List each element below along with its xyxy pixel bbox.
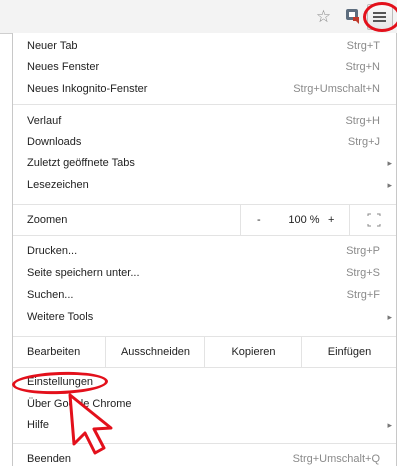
- shortcut-label: Strg+H: [345, 115, 380, 127]
- fullscreen-icon: [367, 213, 381, 227]
- menu-item-label: Weitere Tools: [27, 311, 94, 323]
- menu-item-label: Downloads: [27, 136, 82, 148]
- shortcut-label: Strg+Umschalt+Q: [292, 453, 380, 465]
- zoom-row: Zoomen - 100 % +: [13, 205, 396, 235]
- shortcut-label: Strg+F: [346, 289, 380, 301]
- menu-item-label: Hilfe: [27, 419, 50, 431]
- menu-separator: [13, 104, 396, 105]
- shortcut-label: Strg+P: [346, 245, 380, 257]
- star-outline-icon[interactable]: ☆: [315, 8, 332, 25]
- menu-item-print[interactable]: Drucken... Strg+P: [13, 241, 396, 262]
- zoom-label: Zoomen: [27, 214, 68, 226]
- chevron-right-icon: ▸: [387, 180, 392, 190]
- zoom-out-button[interactable]: -: [257, 205, 261, 235]
- pointer-cursor-icon: [68, 393, 113, 455]
- shortcut-label: Strg+N: [345, 61, 380, 73]
- copy-button[interactable]: Kopieren: [204, 337, 302, 367]
- zoom-controls: - 100 % +: [240, 205, 397, 235]
- shortcut-label: Strg+Umschalt+N: [293, 83, 380, 95]
- annotation-circle-menu: [363, 2, 397, 32]
- menu-item-label: Seite speichern unter...: [27, 267, 140, 279]
- chevron-right-icon: ▸: [387, 312, 392, 322]
- menu-separator: [13, 367, 396, 368]
- menu-item-label: Neues Inkognito-Fenster: [27, 83, 148, 95]
- menu-item-label: Neues Fenster: [27, 61, 100, 73]
- menu-item-new-incognito-window[interactable]: Neues Inkognito-Fenster Strg+Umschalt+N: [13, 79, 396, 100]
- menu-item-bookmarks[interactable]: Lesezeichen ▸: [13, 175, 396, 196]
- extension-icon[interactable]: [345, 8, 362, 25]
- shortcut-label: Strg+T: [346, 40, 380, 52]
- shortcut-label: Strg+S: [346, 267, 380, 279]
- menu-item-label: Drucken...: [27, 245, 78, 257]
- menu-item-label: Zuletzt geöffnete Tabs: [27, 157, 135, 169]
- menu-item-save-page[interactable]: Seite speichern unter... Strg+S: [13, 263, 396, 284]
- menu-item-recent-tabs[interactable]: Zuletzt geöffnete Tabs ▸: [13, 153, 396, 174]
- fullscreen-button[interactable]: [349, 205, 397, 235]
- cut-button[interactable]: Ausschneiden: [105, 337, 205, 367]
- menu-item-downloads[interactable]: Downloads Strg+J: [13, 132, 396, 153]
- menu-item-find[interactable]: Suchen... Strg+F: [13, 285, 396, 306]
- chevron-right-icon: ▸: [387, 420, 392, 430]
- chevron-right-icon: ▸: [387, 158, 392, 168]
- menu-item-more-tools[interactable]: Weitere Tools ▸: [13, 307, 396, 328]
- menu-item-label: Verlauf: [27, 115, 62, 127]
- paste-button[interactable]: Einfügen: [301, 337, 397, 367]
- edit-label: Bearbeiten: [27, 346, 81, 358]
- zoom-level: 100 %: [288, 214, 320, 226]
- menu-item-new-window[interactable]: Neues Fenster Strg+N: [13, 57, 396, 78]
- menu-item-label: Neuer Tab: [27, 40, 78, 52]
- menu-separator: [13, 235, 396, 236]
- zoom-in-button[interactable]: +: [328, 205, 334, 235]
- menu-item-new-tab[interactable]: Neuer Tab Strg+T: [13, 36, 396, 57]
- edit-row: Bearbeiten Ausschneiden Kopieren Einfüge…: [13, 337, 396, 367]
- shortcut-label: Strg+J: [347, 136, 380, 148]
- menu-item-history[interactable]: Verlauf Strg+H: [13, 111, 396, 132]
- menu-item-label: Beenden: [27, 453, 72, 465]
- menu-item-label: Suchen...: [27, 289, 74, 301]
- browser-toolbar: ☆: [0, 0, 397, 34]
- menu-item-label: Lesezeichen: [27, 179, 89, 191]
